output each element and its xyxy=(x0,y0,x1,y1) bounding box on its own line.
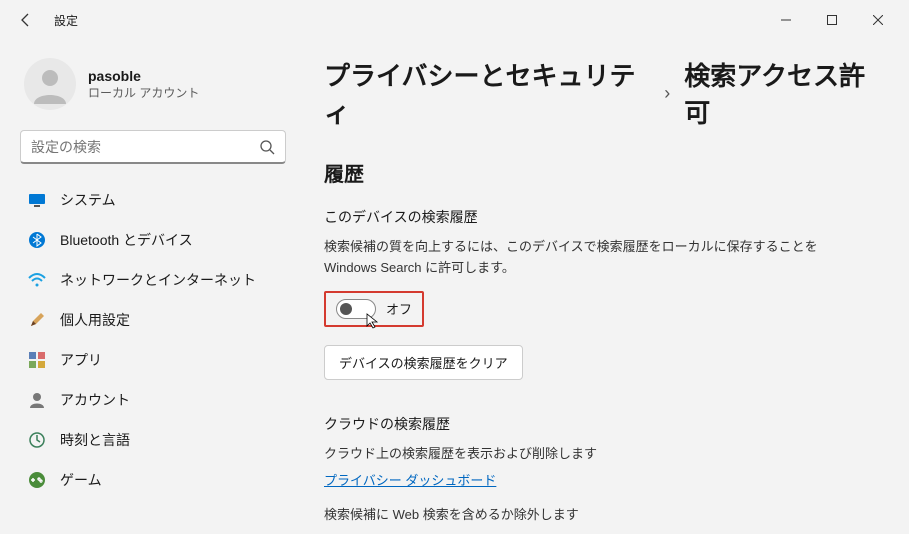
minimize-icon xyxy=(781,15,791,25)
device-history-title: このデバイスの検索履歴 xyxy=(324,207,885,227)
display-icon xyxy=(28,191,46,209)
section-title-history: 履歴 xyxy=(324,158,885,187)
web-search-desc: 検索候補に Web 検索を含めるか除外します xyxy=(324,505,824,526)
account-icon xyxy=(28,391,46,409)
nav-label: システム xyxy=(60,190,116,210)
back-button[interactable] xyxy=(8,2,44,38)
nav-item-time-language[interactable]: 時刻と言語 xyxy=(16,420,290,460)
maximize-icon xyxy=(827,15,837,25)
nav-label: 時刻と言語 xyxy=(60,430,130,450)
chevron-right-icon: › xyxy=(664,83,670,104)
history-toggle[interactable] xyxy=(336,299,376,319)
search-icon xyxy=(259,139,275,155)
nav-item-bluetooth[interactable]: Bluetooth とデバイス xyxy=(16,220,290,260)
nav-item-gaming[interactable]: ゲーム xyxy=(16,460,290,500)
nav-label: アプリ xyxy=(60,350,102,370)
nav-label: Bluetooth とデバイス xyxy=(60,230,193,250)
search-input[interactable] xyxy=(31,139,259,155)
privacy-dashboard-link[interactable]: プライバシー ダッシュボード xyxy=(324,470,496,489)
clear-history-button[interactable]: デバイスの検索履歴をクリア xyxy=(324,345,523,380)
cloud-history-desc: クラウド上の検索履歴を表示および削除します xyxy=(324,444,824,465)
search-box[interactable] xyxy=(20,130,286,164)
user-account-row[interactable]: pasoble ローカル アカウント xyxy=(16,48,290,128)
close-button[interactable] xyxy=(855,4,901,36)
clock-globe-icon xyxy=(28,431,46,449)
nav-label: ネットワークとインターネット xyxy=(60,270,256,290)
bluetooth-icon xyxy=(28,231,46,249)
nav-item-accounts[interactable]: アカウント xyxy=(16,380,290,420)
nav-item-apps[interactable]: アプリ xyxy=(16,340,290,380)
cloud-history-title: クラウドの検索履歴 xyxy=(324,414,885,434)
minimize-button[interactable] xyxy=(763,4,809,36)
main-content: プライバシーとセキュリティ › 検索アクセス許可 履歴 このデバイスの検索履歴 … xyxy=(300,40,909,534)
nav-item-network[interactable]: ネットワークとインターネット xyxy=(16,260,290,300)
nav-item-system[interactable]: システム xyxy=(16,180,290,220)
nav-list: システム Bluetooth とデバイス ネットワークとインターネット 個人用設… xyxy=(16,180,290,500)
maximize-button[interactable] xyxy=(809,4,855,36)
person-icon xyxy=(30,64,70,104)
arrow-left-icon xyxy=(18,12,34,28)
sidebar: pasoble ローカル アカウント システム Bluetooth とデバイス … xyxy=(0,40,300,534)
nav-item-personalization[interactable]: 個人用設定 xyxy=(16,300,290,340)
paintbrush-icon xyxy=(28,311,46,329)
user-name: pasoble xyxy=(88,68,199,84)
window-controls xyxy=(763,4,901,36)
toggle-knob xyxy=(340,303,352,315)
gamepad-icon xyxy=(28,471,46,489)
toggle-label: オフ xyxy=(386,299,412,318)
nav-label: アカウント xyxy=(60,390,130,410)
breadcrumb-current: 検索アクセス許可 xyxy=(684,56,885,130)
history-toggle-highlight: オフ xyxy=(324,291,424,327)
wifi-icon xyxy=(28,271,46,289)
title-bar: 設定 xyxy=(0,0,909,40)
avatar xyxy=(24,58,76,110)
user-subtitle: ローカル アカウント xyxy=(88,84,199,101)
device-history-desc: 検索候補の質を向上するには、このデバイスで検索履歴をローカルに保存することを W… xyxy=(324,237,824,279)
nav-label: ゲーム xyxy=(60,470,102,490)
nav-label: 個人用設定 xyxy=(60,310,130,330)
breadcrumb-parent[interactable]: プライバシーとセキュリティ xyxy=(324,56,650,130)
close-icon xyxy=(873,15,883,25)
breadcrumb: プライバシーとセキュリティ › 検索アクセス許可 xyxy=(324,56,885,130)
apps-icon xyxy=(28,351,46,369)
app-title: 設定 xyxy=(54,12,78,29)
